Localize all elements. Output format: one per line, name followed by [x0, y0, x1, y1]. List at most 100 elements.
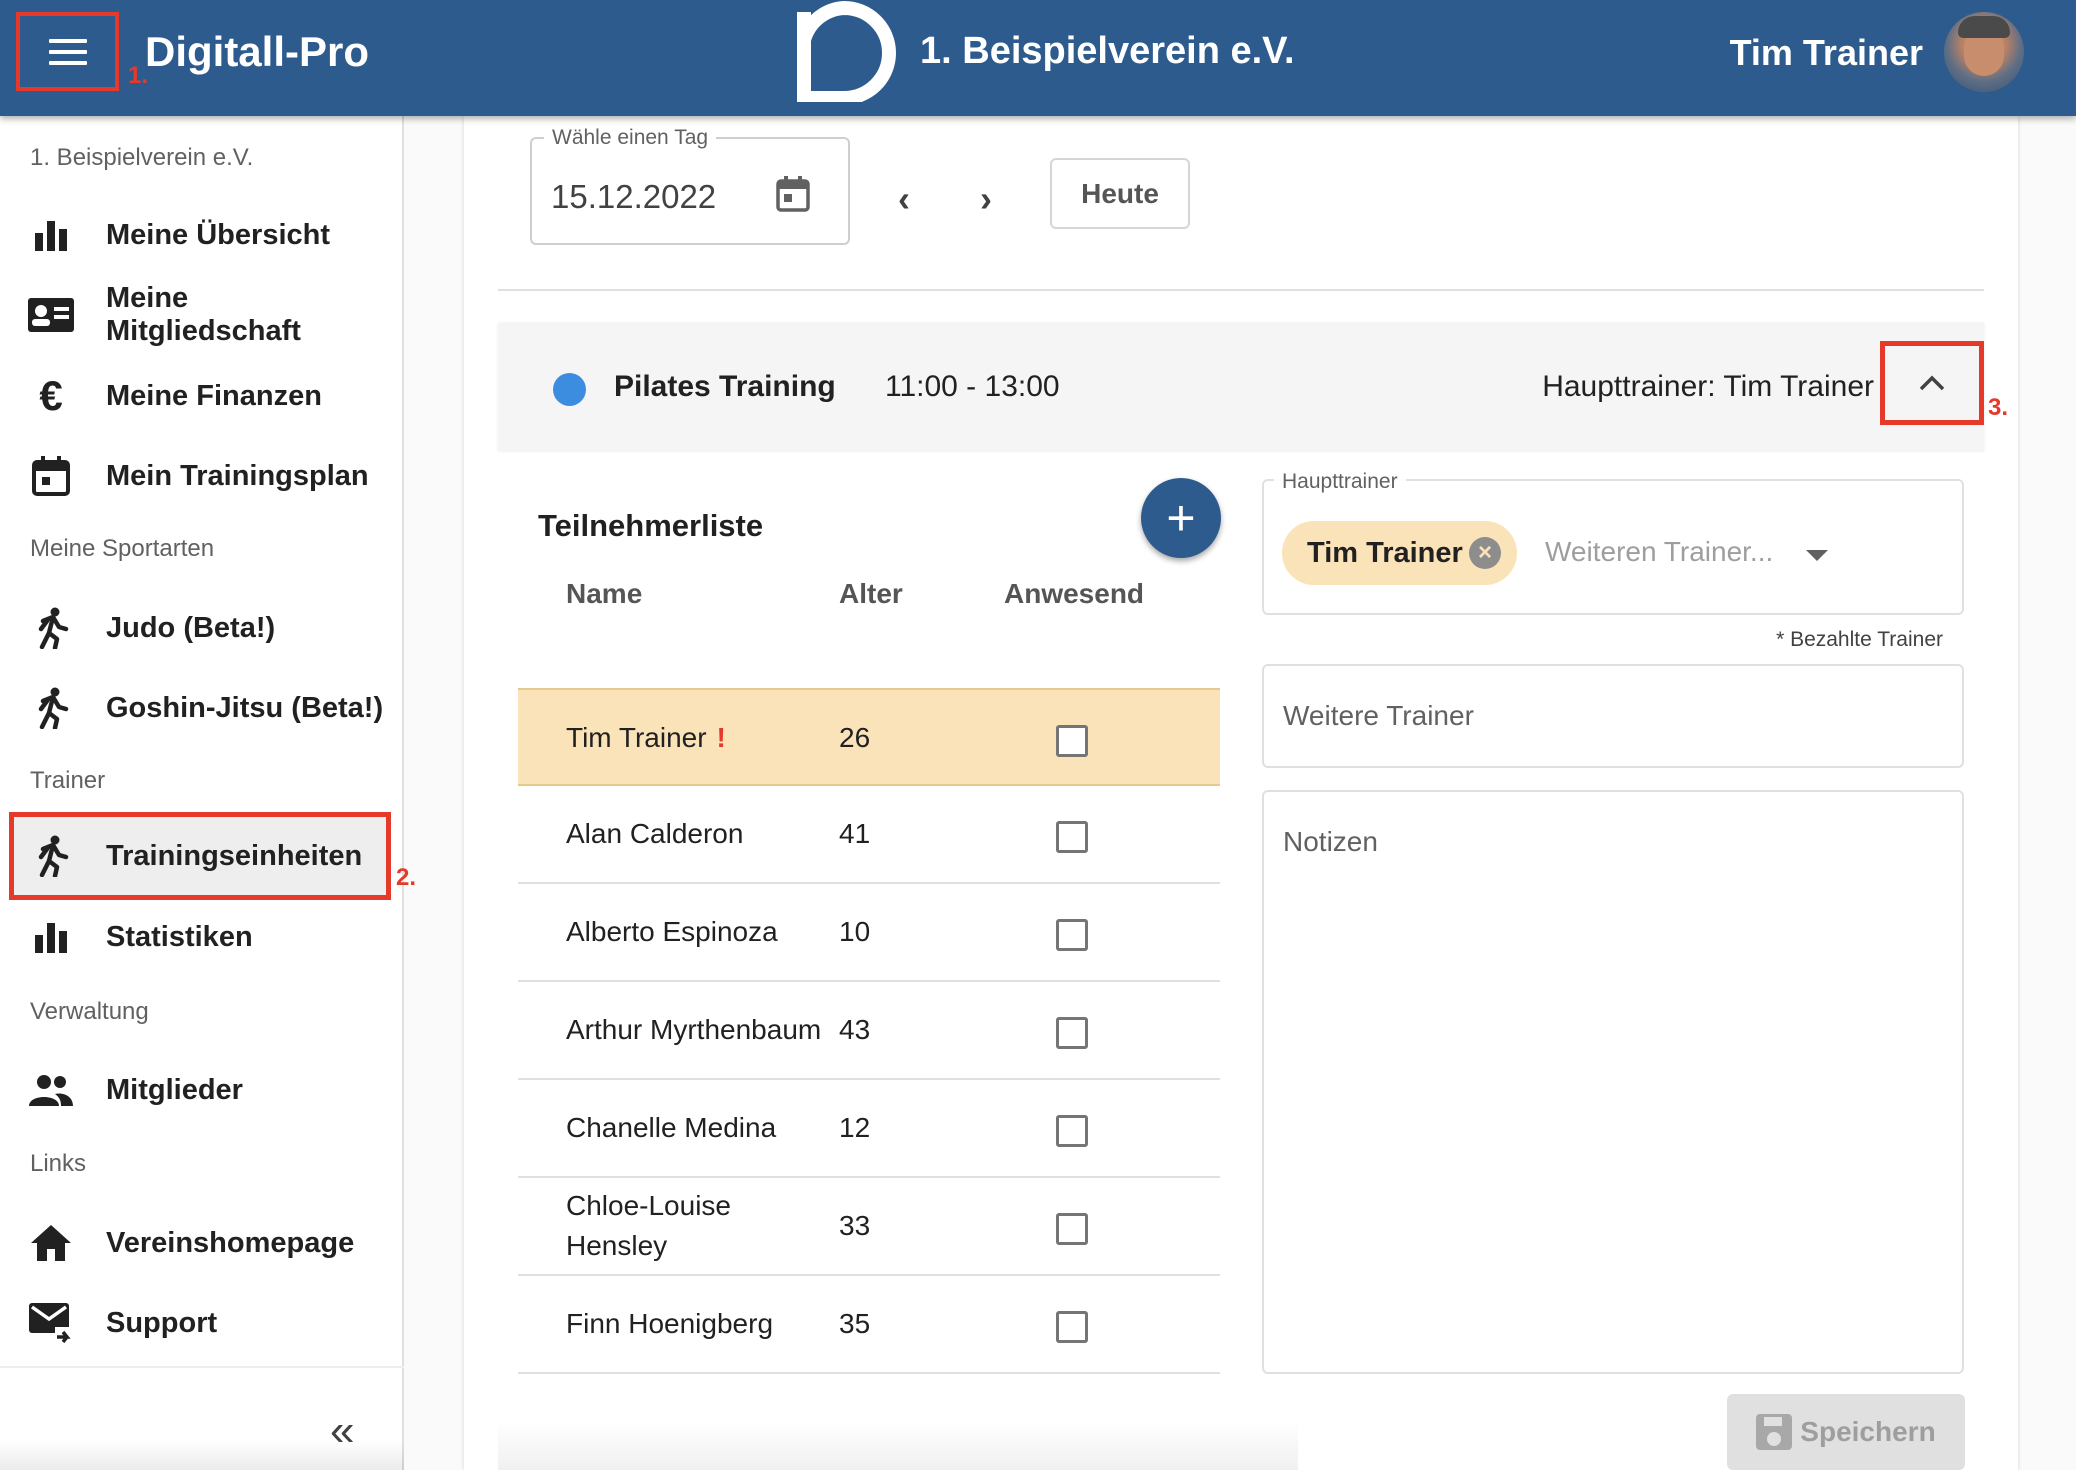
- sidebar-club-caption: 1. Beispielverein e.V.: [30, 144, 254, 171]
- training-name: Pilates Training: [614, 370, 836, 403]
- paid-trainer-note: * Bezahlte Trainer: [1776, 628, 1943, 651]
- club-title: 1. Beispielverein e.V.: [920, 30, 1295, 72]
- avatar[interactable]: [1944, 12, 2024, 92]
- sidebar-item-label: Support: [106, 1306, 218, 1339]
- present-checkbox[interactable]: [1056, 919, 1088, 951]
- today-button[interactable]: Heute: [1050, 158, 1190, 229]
- present-checkbox[interactable]: [1056, 1213, 1088, 1245]
- hamburger-icon: [48, 38, 87, 65]
- participant-age: 41: [839, 818, 871, 849]
- column-header-age[interactable]: Alter: [839, 578, 903, 610]
- runner-icon: [28, 833, 74, 879]
- sidebar-item-overview[interactable]: Meine Übersicht: [14, 196, 386, 274]
- sidebar-item-label: Mitglieder: [106, 1073, 243, 1106]
- next-day-button[interactable]: ›: [980, 178, 992, 220]
- participant-age: 26: [839, 722, 871, 753]
- participant-age: 33: [839, 1210, 871, 1241]
- add-participant-button[interactable]: +: [1141, 478, 1221, 558]
- present-checkbox[interactable]: [1056, 1311, 1088, 1343]
- date-picker-value[interactable]: 15.12.2022: [551, 178, 716, 216]
- remove-chip-icon[interactable]: ×: [1469, 537, 1501, 569]
- annotation-3: 3.: [1988, 394, 2009, 421]
- sidebar-item-support[interactable]: Support: [14, 1284, 386, 1362]
- people-icon: [28, 1067, 74, 1113]
- training-main-trainer: Haupttrainer: Tim Trainer: [1542, 370, 1874, 403]
- present-checkbox[interactable]: [1056, 725, 1088, 757]
- calendar-icon: [28, 453, 74, 499]
- training-time: 11:00 - 13:00: [885, 370, 1060, 403]
- sidebar-sports-caption: Meine Sportarten: [30, 535, 215, 562]
- id-card-icon: [28, 292, 74, 338]
- table-row[interactable]: Alan Calderon 41: [518, 786, 1220, 884]
- sidebar-item-statistics[interactable]: Statistiken: [14, 898, 386, 976]
- mail-forward-icon: [28, 1300, 74, 1346]
- sidebar-item-label: Statistiken: [106, 920, 253, 953]
- participant-age: 43: [839, 1014, 871, 1045]
- further-trainers-field[interactable]: [1262, 664, 1964, 768]
- runner-icon: [28, 605, 74, 651]
- trainer-chip[interactable]: Tim Trainer ×: [1282, 521, 1517, 585]
- save-button[interactable]: Speichern: [1727, 1394, 1965, 1470]
- table-row[interactable]: Alberto Espinoza 10: [518, 884, 1220, 982]
- app-title[interactable]: Digitall-Pro: [145, 28, 369, 76]
- present-checkbox[interactable]: [1056, 1017, 1088, 1049]
- save-button-label: Speichern: [1800, 1416, 1936, 1447]
- participant-name: Finn Hoenigberg: [566, 1308, 774, 1339]
- sidebar-item-label: Meine Finanzen: [106, 379, 322, 412]
- sidebar-item-membership[interactable]: Meine Mitgliedschaft: [14, 276, 386, 354]
- table-row[interactable]: Chloe-Louise Hensley 33: [518, 1178, 1220, 1276]
- sidebar-item-label: Judo (Beta!): [106, 611, 276, 644]
- sidebar-item-goshin-jitsu[interactable]: Goshin-Jitsu (Beta!): [14, 669, 386, 747]
- table-row[interactable]: Chanelle Medina 12: [518, 1080, 1220, 1178]
- sidebar-item-label: Goshin-Jitsu (Beta!): [106, 691, 384, 724]
- table-row[interactable]: Arthur Myrthenbaum 43: [518, 982, 1220, 1080]
- table-row[interactable]: Finn Hoenigberg 35: [518, 1276, 1220, 1374]
- menu-button[interactable]: [16, 12, 119, 91]
- runner-icon: [28, 685, 74, 731]
- sidebar-item-training-plan[interactable]: Mein Trainingsplan: [14, 437, 386, 515]
- club-logo-icon: [797, 0, 896, 102]
- user-name[interactable]: Tim Trainer: [1730, 32, 1923, 74]
- training-color-dot: [553, 373, 586, 406]
- participant-name: Arthur Myrthenbaum: [566, 1014, 822, 1045]
- sidebar-links-caption: Links: [30, 1150, 87, 1177]
- main-trainer-label: Haupttrainer: [1274, 470, 1406, 494]
- additional-trainer-input[interactable]: [1545, 536, 1785, 568]
- bar-chart-icon: [28, 914, 74, 960]
- chevron-up-icon: [1919, 375, 1945, 391]
- present-checkbox[interactable]: [1056, 1115, 1088, 1147]
- sidebar-item-finances[interactable]: € Meine Finanzen: [14, 357, 386, 435]
- sidebar-item-label: Vereinshomepage: [106, 1226, 355, 1259]
- collapse-panel-button[interactable]: [1880, 341, 1984, 425]
- sidebar-item-training-units[interactable]: Trainingseinheiten: [9, 812, 391, 900]
- previous-day-button[interactable]: ‹: [898, 178, 910, 220]
- euro-icon: €: [39, 372, 63, 419]
- sidebar-item-label: Meine Übersicht: [106, 218, 330, 251]
- sidebar-item-label: Trainingseinheiten: [106, 839, 363, 872]
- calendar-icon[interactable]: [776, 176, 810, 212]
- sidebar-item-label: Meine Mitgliedschaft: [106, 282, 301, 347]
- sidebar-admin-caption: Verwaltung: [30, 998, 149, 1025]
- sidebar-item-label: Mein Trainingsplan: [106, 459, 369, 492]
- warning-flag: !: [716, 722, 726, 753]
- sidebar-item-homepage[interactable]: Vereinshomepage: [14, 1204, 386, 1282]
- table-row[interactable]: Tim Trainer! 26: [518, 688, 1220, 786]
- notes-field[interactable]: [1262, 790, 1964, 1374]
- participant-name: Chanelle Medina: [566, 1112, 777, 1143]
- home-icon: [28, 1220, 74, 1266]
- sidebar-item-members[interactable]: Mitglieder: [14, 1051, 386, 1129]
- sidebar-item-judo[interactable]: Judo (Beta!): [14, 589, 386, 667]
- present-checkbox[interactable]: [1056, 821, 1088, 853]
- divider: [498, 289, 1984, 291]
- dropdown-arrow-icon[interactable]: [1806, 550, 1828, 561]
- top-app-bar: 1. Digitall-Pro 1. Beispielverein e.V. T…: [0, 0, 2076, 116]
- participants-title: Teilnehmerliste: [538, 508, 764, 543]
- participant-age: 35: [839, 1308, 871, 1339]
- column-header-present[interactable]: Anwesend: [1004, 578, 1144, 610]
- sidebar-divider: [0, 1366, 404, 1368]
- save-icon: [1756, 1414, 1793, 1450]
- participant-name: Tim Trainer: [566, 722, 707, 753]
- column-header-name[interactable]: Name: [566, 578, 642, 610]
- annotation-2: 2.: [396, 864, 417, 891]
- date-picker-label: Wähle einen Tag: [544, 126, 717, 150]
